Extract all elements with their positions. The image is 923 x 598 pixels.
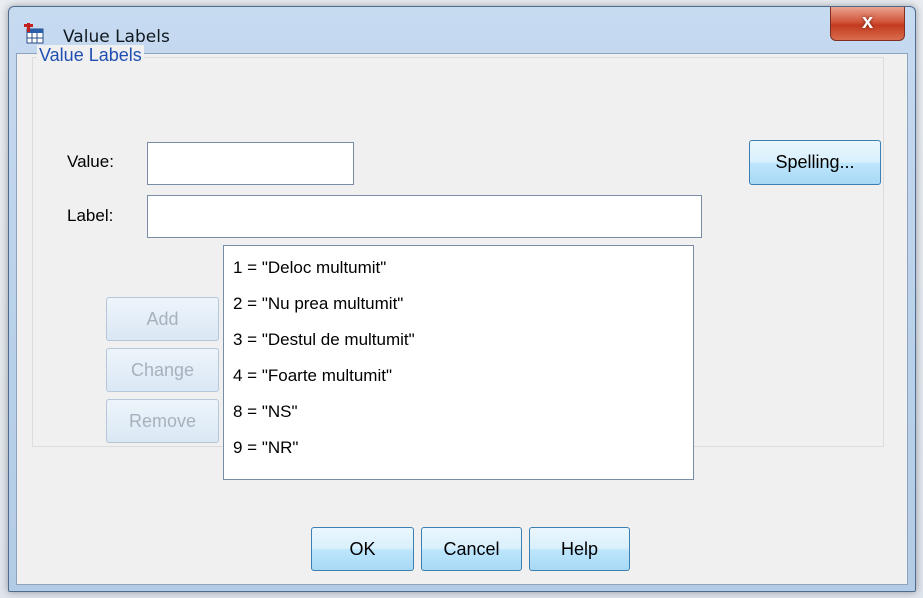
value-field-label: Value: [67,152,114,171]
list-item[interactable]: 8 = "NS" [233,402,298,422]
cancel-button[interactable]: Cancel [421,527,522,571]
spelling-button[interactable]: Spelling... [749,140,881,185]
value-input[interactable] [147,142,354,185]
label-input[interactable] [147,195,702,238]
title-bar[interactable]: Value Labels x [9,7,915,53]
list-item[interactable]: 9 = "NR" [233,438,298,458]
dialog-title: Value Labels [63,27,170,47]
label-field-label: Label: [67,206,114,225]
add-button[interactable]: Add [106,297,219,341]
list-item[interactable]: 2 = "Nu prea multumit" [233,294,403,314]
value-labels-list[interactable]: 1 = "Deloc multumit" 2 = "Nu prea multum… [223,245,694,480]
remove-button[interactable]: Remove [106,399,219,443]
list-item[interactable]: 4 = "Foarte multumit" [233,366,392,386]
close-icon: x [861,11,874,33]
change-button[interactable]: Change [106,348,219,392]
list-item[interactable]: 1 = "Deloc multumit" [233,258,386,278]
help-button[interactable]: Help [529,527,630,571]
groupbox-legend: Value Labels [37,45,144,66]
close-button[interactable]: x [830,7,905,41]
value-labels-app-icon [23,23,45,45]
ok-button[interactable]: OK [311,527,414,571]
list-item[interactable]: 3 = "Destul de multumit" [233,330,415,350]
